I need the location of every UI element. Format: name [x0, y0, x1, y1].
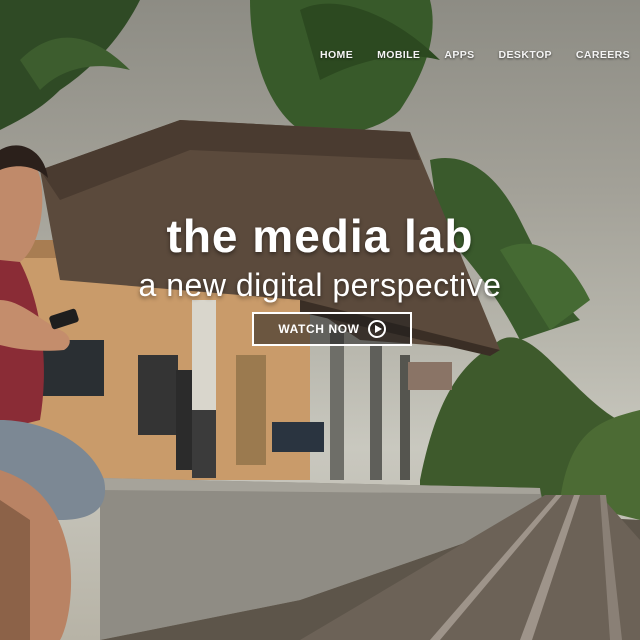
- watch-now-label: WATCH NOW: [278, 322, 360, 336]
- nav-item-mobile[interactable]: MOBILE: [377, 49, 420, 61]
- top-navigation: HOME MOBILE APPS DESKTOP CAREERS T: [314, 44, 640, 66]
- hero-title: the media lab: [166, 210, 474, 262]
- nav-item-careers[interactable]: CAREERS: [576, 49, 630, 61]
- nav-item-apps[interactable]: APPS: [444, 49, 474, 61]
- hero-subtitle: a new digital perspective: [138, 267, 502, 303]
- play-circle-icon: [367, 320, 386, 338]
- watch-now-button[interactable]: WATCH NOW: [252, 312, 412, 346]
- nav-item-home[interactable]: HOME: [320, 49, 353, 61]
- nav-item-desktop[interactable]: DESKTOP: [499, 49, 552, 61]
